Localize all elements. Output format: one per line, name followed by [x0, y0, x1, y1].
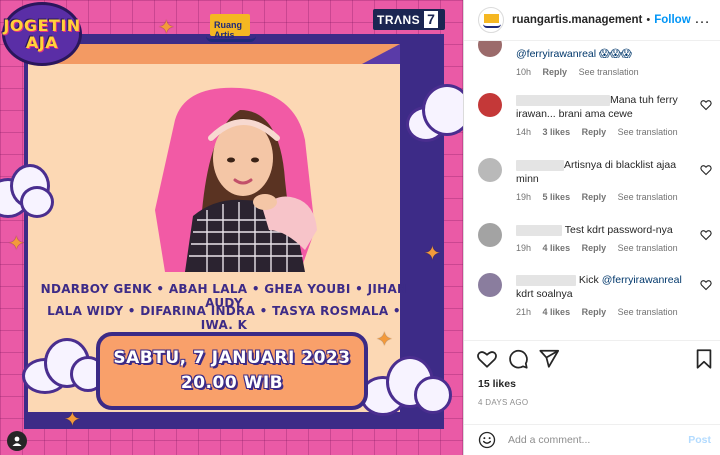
comment-meta: 21h 4 likes Reply See translation — [516, 305, 698, 319]
comment-likes[interactable]: 4 likes — [543, 307, 571, 317]
comment-time[interactable]: 19h — [516, 192, 531, 202]
comment-text: Artisnya di blacklist ajaa minn — [516, 158, 698, 186]
schedule-time: 20.00 WIB — [180, 373, 284, 393]
comment-body: Kick @ferryirawanreal kdrt soalnya 21h 4… — [516, 273, 698, 319]
comment-body: Test kdrt password-nya 19h 4 likes Reply… — [516, 223, 698, 255]
schedule-date: SABTU, 7 JANUARI 2023 — [113, 348, 351, 368]
comment-content: Test kdrt password-nya — [564, 224, 673, 236]
cloud-decoration — [360, 356, 452, 418]
bookmark-icon[interactable] — [693, 348, 715, 370]
heart-icon[interactable] — [476, 348, 498, 370]
performer-names-line2: LALA WIDY • DIFARINA INDRA • TASYA ROSMA… — [47, 304, 401, 332]
see-translation-button[interactable]: See translation — [618, 243, 678, 253]
comment-icon[interactable] — [507, 348, 529, 370]
comments-list[interactable]: @ferryirawanreal 😱😱😱 10h Reply See trans… — [464, 40, 720, 332]
comment-text: Mana tuh ferry irawan... brani ama cewe — [516, 93, 698, 121]
reply-button[interactable]: Reply — [543, 67, 568, 77]
commenter-username-redacted[interactable] — [516, 159, 564, 171]
heart-icon[interactable] — [700, 279, 712, 291]
commenter-avatar[interactable] — [478, 93, 502, 117]
comment-time[interactable]: 21h — [516, 307, 531, 317]
follow-button[interactable]: Follow — [654, 14, 690, 26]
post-side-panel: ruangartis.management • Follow … @ferryi… — [463, 0, 720, 455]
sparkle-icon: ✦ — [424, 243, 441, 265]
account-username[interactable]: ruangartis.management — [512, 14, 642, 26]
post-comment-button[interactable]: Post — [688, 434, 711, 446]
comment-likes[interactable]: 4 likes — [543, 243, 571, 253]
person-icon[interactable] — [7, 431, 27, 451]
comment-time[interactable]: 10h — [516, 67, 531, 77]
reply-button[interactable]: Reply — [582, 127, 607, 137]
comment-text: Test kdrt password-nya — [516, 223, 698, 237]
commenter-username-redacted[interactable] — [516, 94, 610, 106]
heart-icon[interactable] — [700, 164, 712, 176]
post-header: ruangartis.management • Follow … — [464, 0, 720, 40]
post-action-bar — [464, 340, 720, 374]
comment-likes[interactable]: 5 likes — [543, 192, 571, 202]
commenter-username-redacted[interactable] — [516, 274, 576, 286]
comment-content-prefix: Kick — [578, 274, 602, 286]
commenter-username-redacted[interactable] — [516, 224, 562, 236]
sparkle-icon: ✦ — [64, 409, 81, 431]
see-translation-button[interactable]: See translation — [618, 307, 678, 317]
show-logo-line1: JOGETIN — [3, 16, 81, 35]
comment-text: Kick @ferryirawanreal kdrt soalnya — [516, 273, 698, 301]
comment-text: @ferryirawanreal 😱😱😱 — [516, 47, 698, 61]
celebrity-portrait-image — [155, 87, 317, 272]
commenter-avatar[interactable] — [478, 223, 502, 247]
see-translation-button[interactable]: See translation — [618, 192, 678, 202]
header-separator: • — [646, 14, 651, 26]
comment-content-suffix: kdrt soalnya — [516, 288, 573, 300]
ruang-artis-logo: Ruang Artis — [204, 10, 260, 48]
reply-button[interactable]: Reply — [582, 307, 607, 317]
comment-body: Mana tuh ferry irawan... brani ama cewe … — [516, 93, 698, 139]
comment-input[interactable] — [508, 434, 678, 446]
channel-logo: TRΛNS 7 — [373, 9, 445, 30]
account-avatar[interactable] — [478, 7, 504, 33]
heart-icon[interactable] — [700, 99, 712, 111]
heart-icon[interactable] — [700, 229, 712, 241]
emoji-icon[interactable] — [478, 431, 496, 449]
show-logo: JOGETIN AJA — [2, 2, 82, 66]
comment-body: Artisnya di blacklist ajaa minn 19h 5 li… — [516, 158, 698, 204]
sparkle-icon: ✦ — [8, 233, 25, 255]
channel-logo-text: TRΛNS — [377, 12, 421, 27]
commenter-avatar[interactable] — [478, 158, 502, 182]
comment-meta: 19h 5 likes Reply See translation — [516, 190, 698, 204]
post-timestamp[interactable]: 4 DAYS AGO — [478, 398, 528, 407]
comment-meta: 10h Reply See translation — [516, 65, 698, 79]
see-translation-button[interactable]: See translation — [618, 127, 678, 137]
comment-mention[interactable]: @ferryirawanreal 😱😱😱 — [516, 48, 632, 60]
cloud-decoration — [22, 338, 106, 396]
see-translation-button[interactable]: See translation — [579, 67, 639, 77]
likes-count[interactable]: 15 likes — [478, 378, 516, 390]
commenter-avatar[interactable] — [478, 273, 502, 297]
reply-button[interactable]: Reply — [582, 192, 607, 202]
comment-likes[interactable]: 3 likes — [543, 127, 571, 137]
schedule-box: SABTU, 7 JANUARI 2023 20.00 WIB — [96, 332, 368, 410]
add-comment-bar: Post — [464, 424, 720, 455]
cloud-decoration — [0, 164, 56, 220]
post-image[interactable]: JOGETIN AJA Ruang Artis TRΛNS 7 ✦ ✦ ✦ ✦ … — [0, 0, 463, 455]
reply-button[interactable]: Reply — [582, 243, 607, 253]
comment-body: @ferryirawanreal 😱😱😱 10h Reply See trans… — [516, 41, 698, 79]
comment-meta: 19h 4 likes Reply See translation — [516, 241, 698, 255]
share-icon[interactable] — [538, 348, 560, 370]
comment-mention[interactable]: @ferryirawanreal — [602, 274, 682, 286]
more-horizontal-icon[interactable]: … — [694, 11, 711, 27]
channel-logo-number: 7 — [424, 11, 438, 28]
show-logo-line2: AJA — [25, 33, 59, 52]
comment-time[interactable]: 14h — [516, 127, 531, 137]
cloud-decoration — [406, 84, 463, 146]
sparkle-icon: ✦ — [376, 329, 393, 351]
comment-time[interactable]: 19h — [516, 243, 531, 253]
sparkle-icon: ✦ — [158, 17, 175, 39]
comment-meta: 14h 3 likes Reply See translation — [516, 125, 698, 139]
commenter-avatar[interactable] — [478, 41, 502, 57]
